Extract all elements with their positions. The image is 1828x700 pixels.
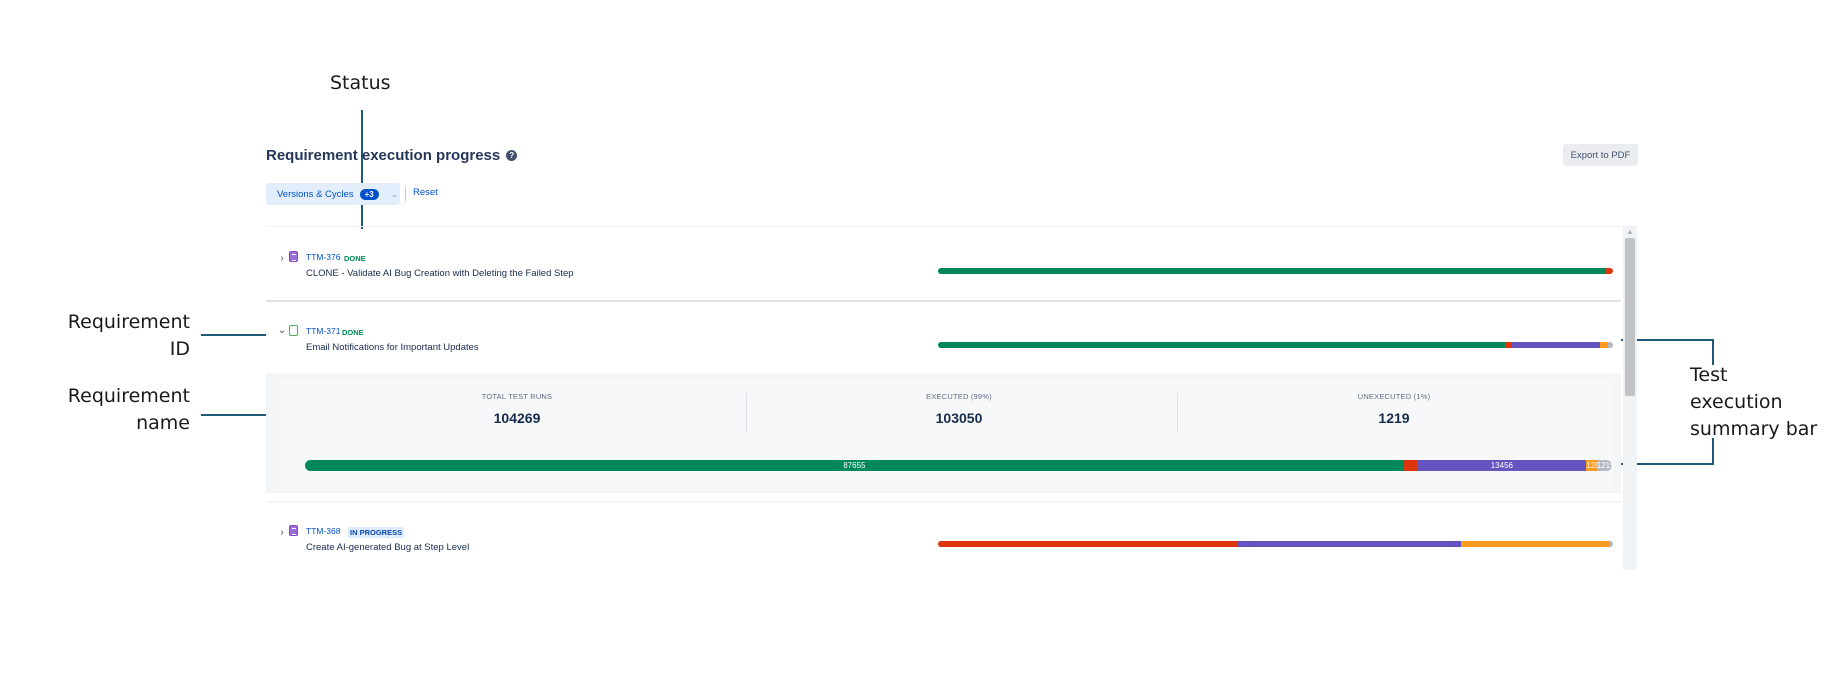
requirement-name-callout-label: Requirement name [60,383,190,437]
summary-bar-callout-bottom-vertical [1712,438,1714,465]
requirement-name: Email Notifications for Important Update… [306,342,479,353]
executed-value: 103050 [935,410,983,426]
summary-segment-unexecuted[interactable]: 1219 [1596,460,1612,471]
chevron-right-icon[interactable]: › [277,253,287,264]
summary-bar-callout-line3: summary bar [1690,418,1818,440]
bar-segment-passed [938,342,1505,348]
requirement-id[interactable]: TTM-371 [306,326,340,336]
requirement-name-callout-line1: Requirement [67,385,190,407]
help-icon[interactable]: ? [506,150,518,161]
bar-segment-passed [938,268,1607,274]
versions-cycles-count-badge: +3 [359,188,379,200]
requirement-id-callout-line2: ID [169,338,190,360]
requirement-progress-bar [938,342,1613,348]
total-test-runs-label: TOTAL TEST RUNS [481,392,553,401]
status-badge: DONE [342,328,364,337]
bar-segment-unexecuted [1609,541,1613,547]
requirement-row[interactable]: › TTM-376 DONE CLONE - Validate AI Bug C… [266,229,1621,303]
summary-bar-callout-label: Test execution summary bar [1690,362,1828,443]
reset-link[interactable]: Reset [413,187,438,198]
status-badge: DONE [344,254,366,263]
bar-segment-failed [938,541,1239,547]
bar-segment-blocked [1238,541,1462,547]
requirement-name: CLONE - Validate AI Bug Creation with De… [306,268,574,279]
bar-segment-unexecuted [1607,342,1613,348]
summary-bar-callout-top-vertical [1712,339,1714,365]
requirement-id[interactable]: TTM-376 [306,252,340,262]
execution-summary-panel: TOTAL TEST RUNS 104269 EXECUTED (99%) 10… [266,373,1621,493]
execution-summary-card: TOTAL TEST RUNS 104269 EXECUTED (99%) 10… [279,378,1614,488]
bar-segment-failed [1505,342,1512,348]
requirement-name: Create AI-generated Bug at Step Level [306,542,470,553]
unexecuted-label: UNEXECUTED (1%) [1357,392,1431,401]
total-test-runs-metric: TOTAL TEST RUNS 104269 [442,392,592,426]
metric-divider [1177,393,1178,433]
requirement-progress-bar [938,268,1613,274]
row-divider [266,300,1621,302]
requirement-row[interactable]: ⌄ TTM-371 DONE Email Notifications for I… [266,303,1621,377]
chevron-right-icon[interactable]: › [277,527,287,538]
list-scrollbar[interactable]: ▲ [1623,226,1637,570]
unexecuted-metric: UNEXECUTED (1%) 1219 [1319,392,1469,426]
test-execution-summary-bar: 87655 1345612831219 [305,460,1612,471]
bookmark-icon [289,325,298,336]
requirement-id[interactable]: TTM-368 [306,526,340,536]
versions-cycles-filter-button[interactable]: Versions & Cycles +3 ⌄ [266,183,400,205]
executed-metric: EXECUTED (99%) 103050 [884,392,1034,426]
requirement-progress-bar [938,541,1613,547]
requirement-row[interactable]: › TTM-368 IN PROGRESS Create AI-generate… [266,503,1621,570]
scroll-up-icon[interactable]: ▲ [1623,228,1637,237]
story-icon [289,251,298,262]
metric-divider [746,393,747,433]
export-to-pdf-button[interactable]: Export to PDF [1563,144,1638,166]
bar-segment-in-progress [1461,541,1610,547]
story-icon [289,525,298,536]
status-badge: IN PROGRESS [348,527,405,538]
page-title-text: Requirement execution progress [266,147,501,164]
requirement-name-callout-line2: name [136,412,190,434]
total-test-runs-value: 104269 [493,410,541,426]
unexecuted-value: 1219 [1378,410,1410,426]
bar-segment-failed [1606,268,1613,274]
requirement-id-callout-line1: Requirement [67,311,190,333]
executed-label: EXECUTED (99%) [926,392,992,401]
filter-divider [405,187,406,201]
summary-bar-callout-line2: execution [1690,391,1783,413]
requirement-list: › TTM-376 DONE CLONE - Validate AI Bug C… [266,226,1638,570]
summary-segment-passed[interactable]: 87655 [305,460,1404,471]
status-callout-label: Status [330,72,391,94]
scrollbar-thumb[interactable] [1625,238,1635,396]
summary-segment-failed[interactable] [1403,460,1418,471]
bar-segment-blocked [1511,342,1600,348]
page-title: Requirement execution progress ? [266,147,518,164]
requirement-id-callout-label: Requirement ID [60,309,190,363]
summary-segment-blocked[interactable]: 13456 [1417,460,1587,471]
bar-segment-in-progress [1599,342,1608,348]
chevron-down-icon: ⌄ [390,188,399,199]
summary-segment-in-progress[interactable]: 1283 [1586,460,1597,471]
chevron-down-icon[interactable]: ⌄ [277,325,287,336]
versions-cycles-label: Versions & Cycles [277,188,354,200]
summary-bar-callout-line1: Test [1690,364,1728,386]
